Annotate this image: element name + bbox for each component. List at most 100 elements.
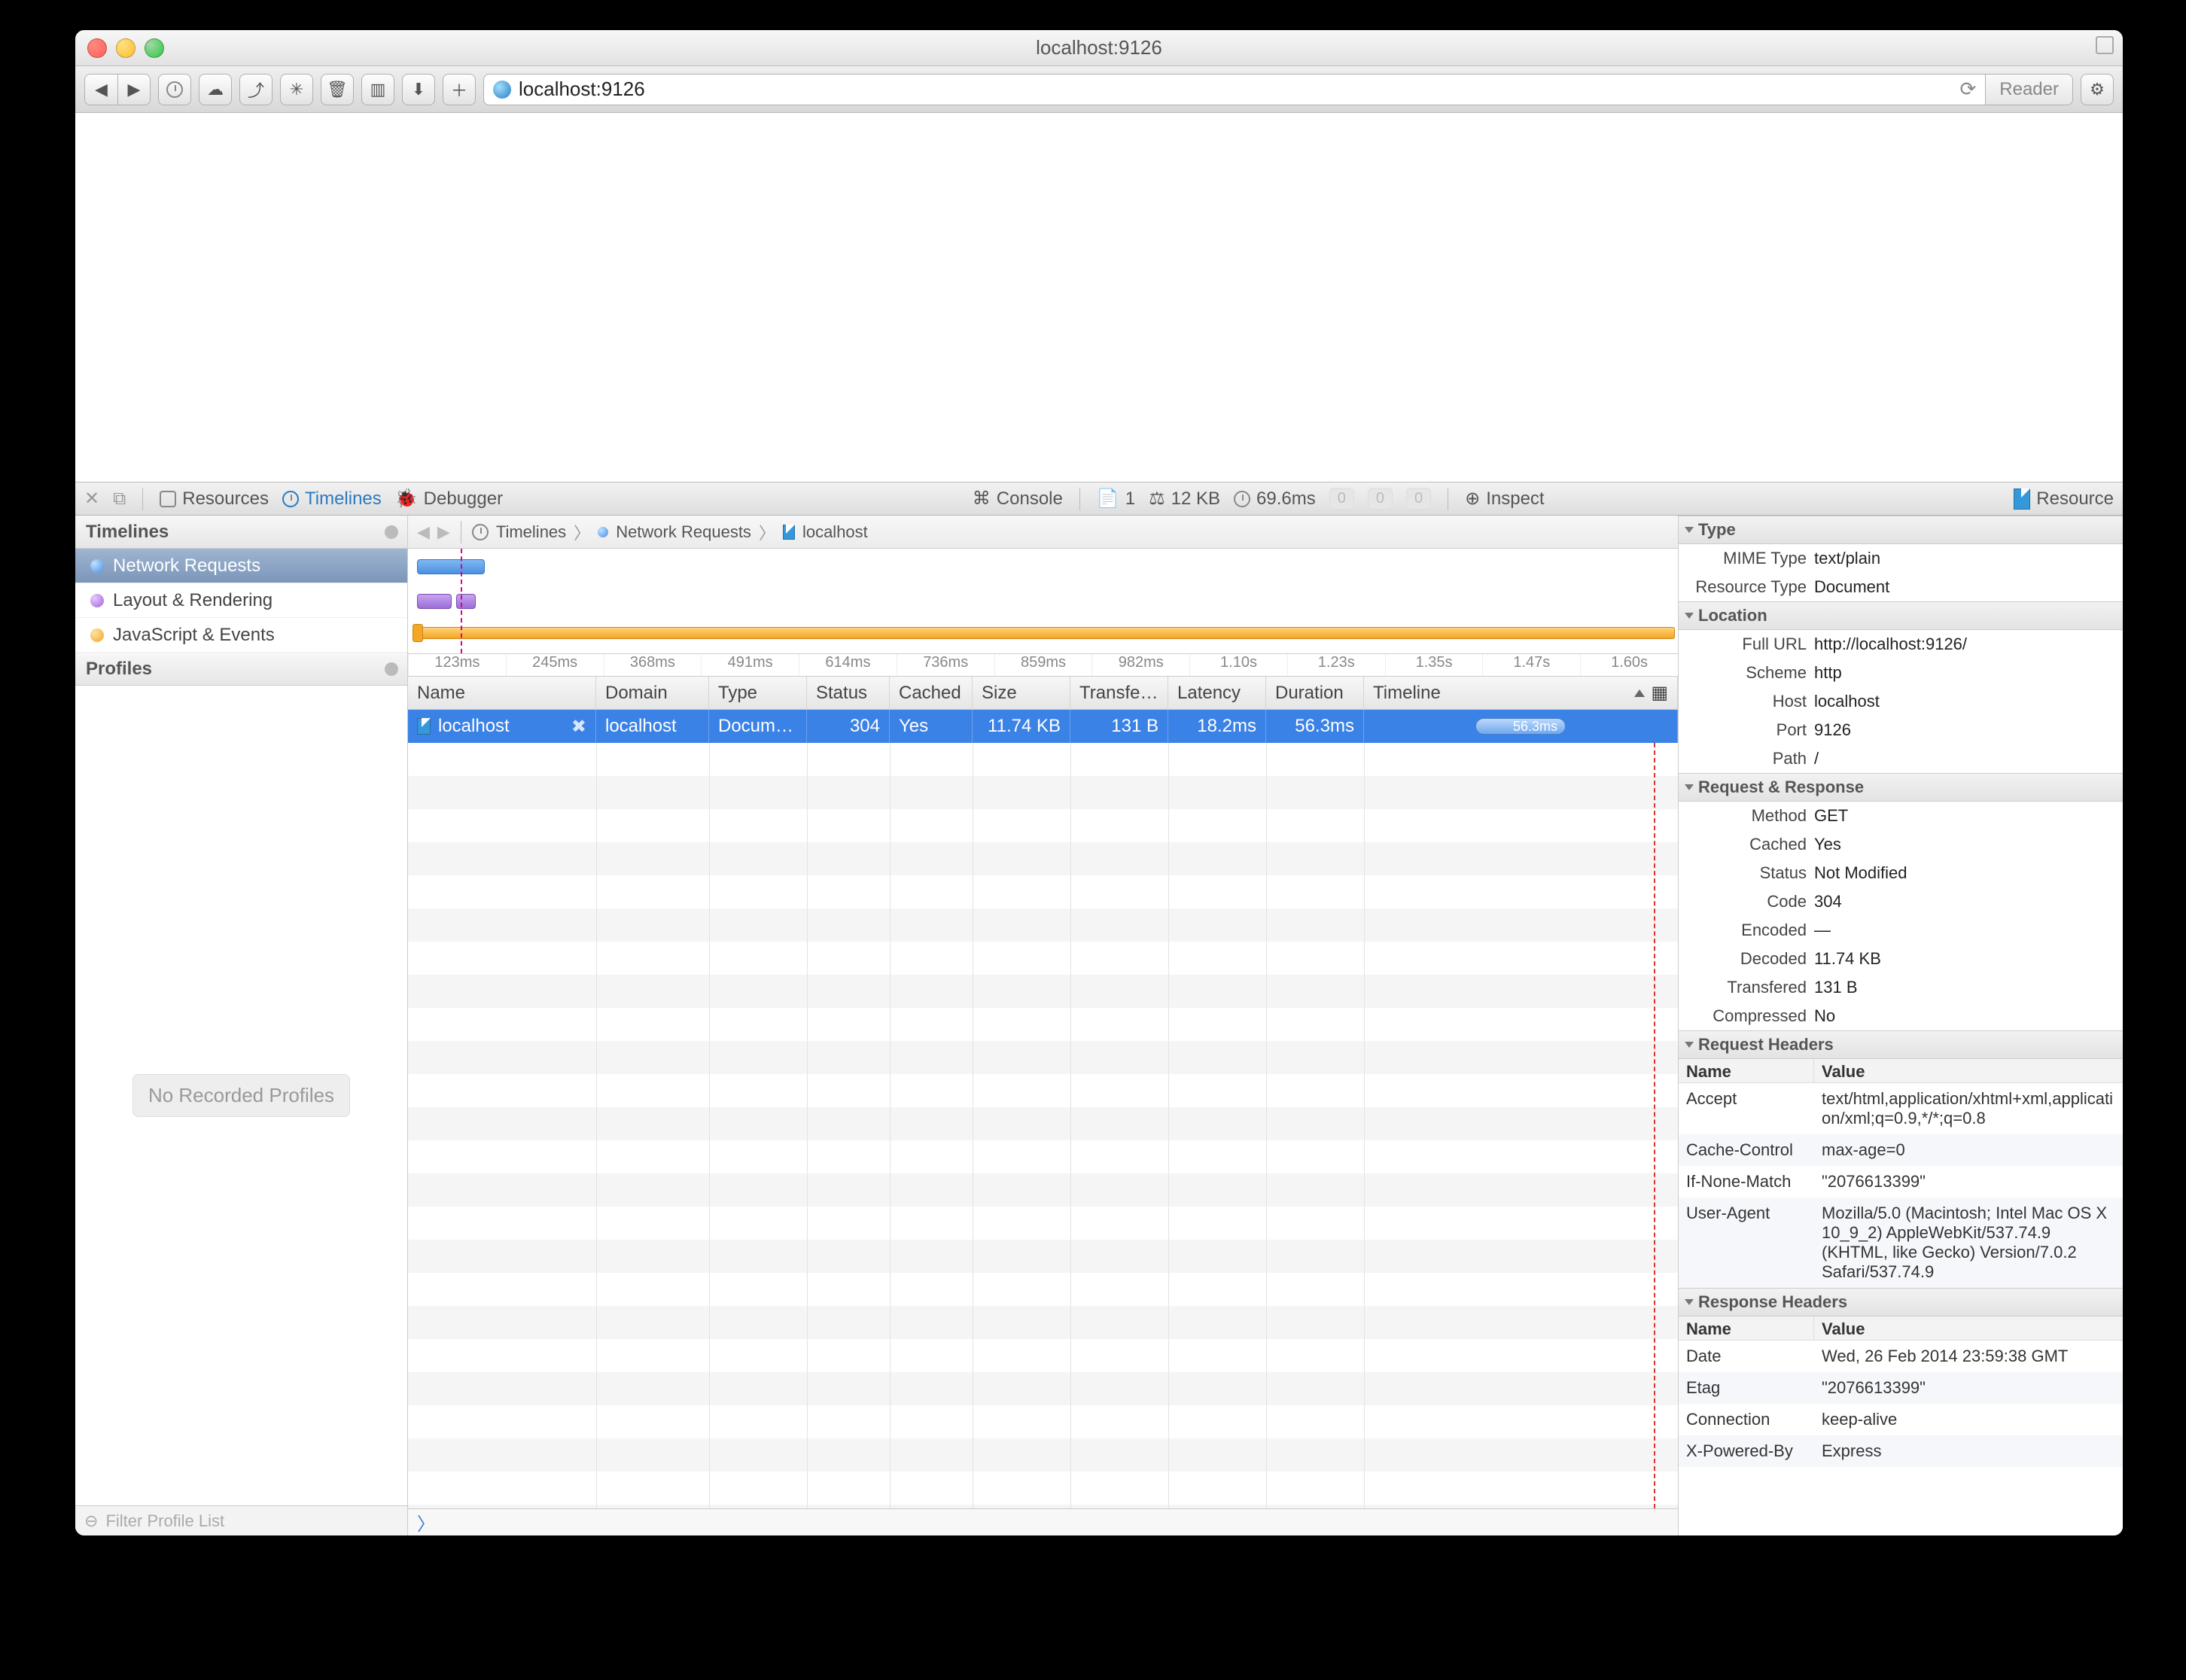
profiles-header: Profiles (75, 653, 407, 686)
disclosure-icon (1685, 1042, 1694, 1048)
timelines-header: Timelines (75, 516, 407, 549)
header-row: User-AgentMozilla/5.0 (Macintosh; Intel … (1679, 1198, 2123, 1288)
chevron-right-icon: 〉 (759, 520, 775, 544)
column-header[interactable]: Status (807, 677, 890, 709)
disclosure-icon (1685, 1299, 1694, 1305)
ruler-tick: 982ms (1091, 654, 1189, 676)
forward-button[interactable]: ▶ (117, 74, 151, 105)
record-icon[interactable] (385, 525, 398, 539)
document-icon: 📄 (1097, 488, 1119, 510)
debugger-tab[interactable]: 🐞Debugger (395, 488, 503, 510)
console-tab[interactable]: ⌘Console (973, 488, 1063, 510)
cell-duration: 56.3ms (1266, 710, 1364, 743)
history-button[interactable] (158, 74, 191, 105)
close-devtools-icon[interactable]: ✕ (84, 488, 99, 510)
url-bar[interactable]: localhost:9126 ⟳ (483, 74, 1986, 105)
section-location[interactable]: Location (1679, 601, 2123, 630)
left-sidebar: Timelines Network Requests Layout & Rend… (75, 516, 408, 1535)
column-header[interactable]: Latency (1168, 677, 1266, 709)
ruler-tick: 1.23s (1287, 654, 1385, 676)
disclosure-icon (1685, 527, 1694, 533)
resources-tab[interactable]: Resources (160, 488, 269, 510)
dot-icon (90, 559, 104, 573)
timeline-icon (472, 524, 489, 540)
timeline-pill: 56.3ms (1475, 718, 1566, 735)
dock-icon[interactable]: ⧉ (113, 488, 126, 510)
back-button[interactable]: ◀ (84, 74, 117, 105)
ruler-tick: 368ms (604, 654, 702, 676)
cell-transferred: 131 B (1070, 710, 1168, 743)
sidebar-item-javascript-events[interactable]: JavaScript & Events (75, 618, 407, 653)
icloud-button[interactable]: ☁︎ (199, 74, 232, 105)
crumb-localhost[interactable]: localhost (802, 522, 868, 542)
extensions-button[interactable]: ✳︎ (280, 74, 313, 105)
column-header[interactable]: Transfe… (1070, 677, 1168, 709)
table-body: localhost✖ localhost Docum… 304 Yes 11.7… (408, 710, 1678, 1508)
site-icon (493, 81, 511, 99)
details-panel: Type MIME Typetext/plain Resource TypeDo… (1679, 516, 2123, 1535)
weight-icon: ⚖ (1149, 488, 1165, 510)
timelines-tab[interactable]: Timelines (282, 488, 382, 510)
sidebar-button[interactable]: ▥ (361, 74, 394, 105)
filter-icon: ⊖ (84, 1511, 98, 1531)
errors-badge: 0 (1406, 488, 1431, 510)
documents-count: 📄1 (1097, 488, 1135, 510)
timelines-icon (282, 491, 299, 507)
resource-label: Resource (2014, 488, 2114, 510)
file-icon (417, 718, 431, 735)
ruler-tick: 614ms (799, 654, 897, 676)
load-time: 69.6ms (1234, 488, 1316, 510)
section-request-response[interactable]: Request & Response (1679, 773, 2123, 802)
file-icon (783, 525, 795, 540)
column-header[interactable]: Timeline▦ (1364, 677, 1678, 709)
column-header[interactable]: Cached (890, 677, 973, 709)
cell-name: localhost✖ (408, 710, 596, 743)
console-prompt-bar[interactable]: 〉 (408, 1508, 1678, 1535)
no-profiles-placeholder: No Recorded Profiles (132, 1074, 350, 1117)
column-header[interactable]: Type (709, 677, 807, 709)
resources-icon (160, 491, 176, 507)
cell-domain: localhost (596, 710, 709, 743)
column-header[interactable]: Domain (596, 677, 709, 709)
console-icon: ⌘ (973, 488, 991, 510)
column-header[interactable]: Name (408, 677, 596, 709)
forward-small-icon[interactable]: ▶ (437, 522, 450, 542)
browser-toolbar: ◀ ▶ ☁︎ ⤴ ✳︎ 🗑 ▥ ⬇ ＋ localhost:9126 ⟳ Rea… (75, 66, 2123, 113)
reader-button[interactable]: Reader (1986, 74, 2073, 105)
share-button[interactable]: ⤴ (239, 74, 272, 105)
header-row: Connectionkeep-alive (1679, 1404, 2123, 1435)
header-row: If-None-Match"2076613399" (1679, 1166, 2123, 1198)
close-icon[interactable]: ✖ (571, 716, 586, 738)
section-type[interactable]: Type (1679, 516, 2123, 544)
fullscreen-icon[interactable] (2096, 36, 2114, 54)
settings-button[interactable]: ⚙ (2081, 74, 2114, 105)
dot-icon (90, 594, 104, 607)
dot-icon (90, 628, 104, 642)
bug-icon: 🐞 (395, 488, 418, 510)
section-request-headers[interactable]: Request Headers (1679, 1030, 2123, 1059)
inspect-button[interactable]: ⊕Inspect (1465, 488, 1545, 510)
reload-icon[interactable]: ⟳ (1959, 78, 1976, 101)
table-row[interactable]: localhost✖ localhost Docum… 304 Yes 11.7… (408, 710, 1678, 743)
column-header[interactable]: Duration (1266, 677, 1364, 709)
cell-cached: Yes (890, 710, 973, 743)
trash-button[interactable]: 🗑 (321, 74, 354, 105)
sidebar-item-layout-rendering[interactable]: Layout & Rendering (75, 583, 407, 618)
page-content (75, 113, 2123, 482)
cell-timeline: 56.3ms (1364, 710, 1678, 743)
crumb-network[interactable]: Network Requests (616, 522, 751, 542)
header-row: Cache-Controlmax-age=0 (1679, 1134, 2123, 1166)
crumb-timelines[interactable]: Timelines (496, 522, 566, 542)
back-small-icon[interactable]: ◀ (417, 522, 430, 542)
ruler-tick: 736ms (897, 654, 994, 676)
new-tab-button[interactable]: ＋ (443, 74, 476, 105)
record-profile-icon[interactable] (385, 662, 398, 676)
overview-timeline[interactable] (408, 549, 1678, 654)
column-header[interactable]: Size (973, 677, 1070, 709)
sidebar-item-network-requests[interactable]: Network Requests (75, 549, 407, 583)
downloads-button[interactable]: ⬇ (402, 74, 435, 105)
window-title: localhost:9126 (75, 36, 2123, 59)
cell-status: 304 (807, 710, 890, 743)
filter-profile-bar[interactable]: ⊖ Filter Profile List (75, 1505, 407, 1535)
section-response-headers[interactable]: Response Headers (1679, 1288, 2123, 1316)
